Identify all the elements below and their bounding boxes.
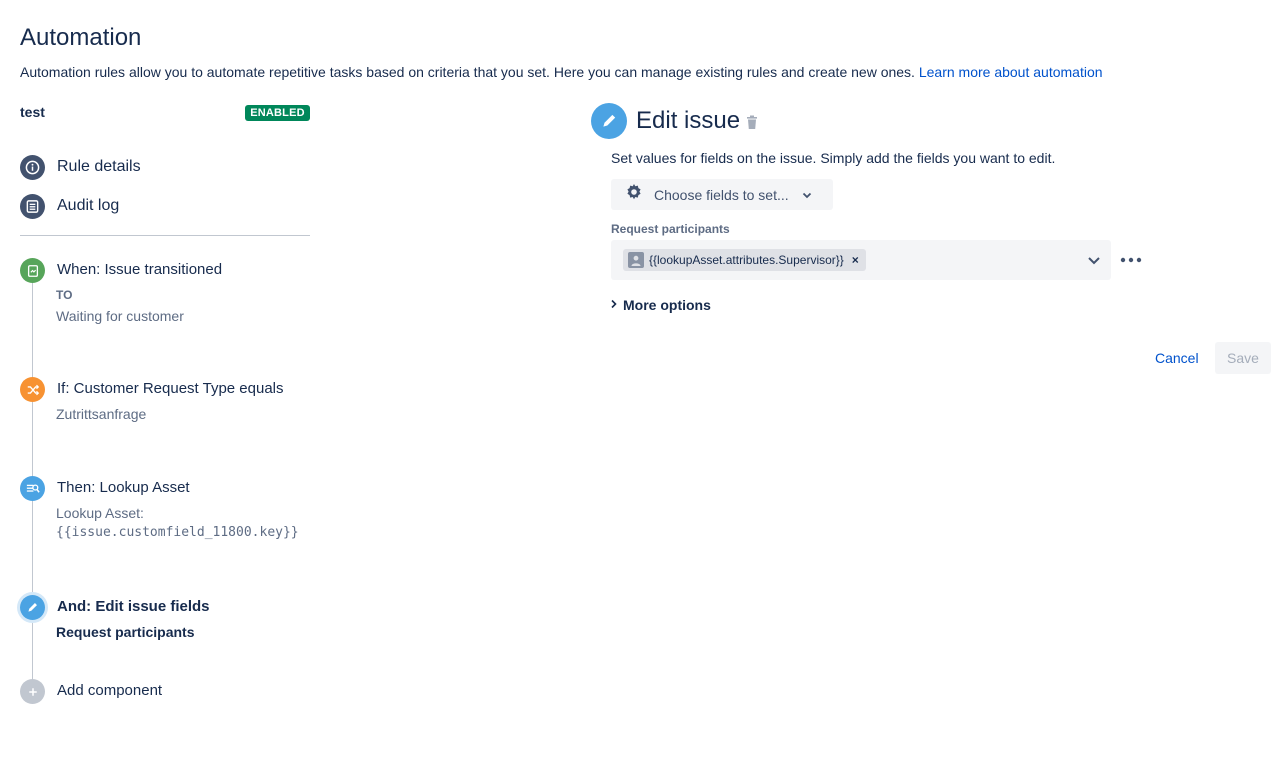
nav-audit-log[interactable]: Audit log	[20, 193, 119, 219]
request-participants-select[interactable]: {{lookupAsset.attributes.Supervisor}} ×	[611, 240, 1111, 280]
editor-title: Edit issue	[636, 107, 741, 134]
page-description-text: Automation rules allow you to automate r…	[20, 64, 915, 80]
page-title: Automation	[20, 24, 142, 51]
plus-icon	[20, 679, 45, 704]
step-trigger-sub2: Waiting for customer	[56, 308, 184, 324]
step-edit-issue-title: And: Edit issue fields	[57, 598, 210, 615]
nav-audit-log-label: Audit log	[57, 197, 120, 214]
cancel-button[interactable]: Cancel	[1155, 350, 1199, 366]
participant-tag-text: {{lookupAsset.attributes.Supervisor}}	[649, 253, 844, 267]
step-condition-title: If: Customer Request Type equals	[57, 380, 284, 397]
step-trigger-sub1: TO	[56, 288, 73, 302]
add-component-button[interactable]: Add component	[20, 679, 220, 705]
status-badge: ENABLED	[245, 105, 310, 121]
request-participants-label: Request participants	[611, 222, 730, 236]
nav-rule-details[interactable]: Rule details	[20, 154, 141, 180]
more-actions-icon[interactable]	[1119, 252, 1143, 268]
tag-remove-icon[interactable]: ×	[852, 253, 859, 267]
step-lookup-sub1: Lookup Asset:	[56, 505, 144, 521]
add-component-label: Add component	[57, 682, 163, 699]
step-condition[interactable]: If: Customer Request Type equals Zutritt…	[20, 377, 310, 427]
trash-icon[interactable]	[745, 115, 759, 135]
nav-rule-details-label: Rule details	[57, 158, 141, 175]
rule-name: test	[20, 104, 45, 120]
choose-fields-dropdown[interactable]: Choose fields to set...	[611, 179, 833, 210]
gear-icon	[624, 182, 644, 207]
lookup-icon	[20, 476, 45, 501]
step-lookup-title: Then: Lookup Asset	[57, 479, 190, 496]
user-avatar-icon	[628, 252, 644, 268]
pencil-icon	[20, 595, 45, 620]
select-chevron-down-icon[interactable]	[1085, 251, 1103, 274]
edit-pencil-icon	[591, 103, 627, 139]
more-options-label: More options	[623, 297, 711, 313]
step-edit-issue-sub1: Request participants	[56, 624, 195, 640]
chevron-right-icon	[611, 296, 617, 314]
learn-more-link[interactable]: Learn more about automation	[919, 64, 1103, 80]
participant-tag: {{lookupAsset.attributes.Supervisor}} ×	[623, 249, 866, 271]
divider	[20, 235, 310, 236]
page-description: Automation rules allow you to automate r…	[20, 64, 1103, 80]
list-icon	[20, 193, 45, 219]
step-lookup[interactable]: Then: Lookup Asset Lookup Asset: {{issue…	[20, 476, 310, 546]
chevron-down-icon	[802, 186, 812, 204]
shuffle-icon	[20, 377, 45, 402]
more-options-toggle[interactable]: More options	[611, 296, 711, 314]
step-trigger[interactable]: When: Issue transitioned TO Waiting for …	[20, 258, 310, 328]
trigger-icon	[20, 258, 45, 283]
choose-fields-label: Choose fields to set...	[654, 186, 789, 203]
step-lookup-sub2: {{issue.customfield_11800.key}}	[56, 525, 299, 540]
info-icon	[20, 154, 45, 180]
editor-description: Set values for fields on the issue. Simp…	[611, 150, 1056, 166]
step-trigger-title: When: Issue transitioned	[57, 261, 223, 278]
step-edit-issue[interactable]: And: Edit issue fields Request participa…	[20, 595, 310, 645]
step-condition-sub1: Zutrittsanfrage	[56, 406, 147, 422]
save-button[interactable]: Save	[1215, 342, 1271, 374]
